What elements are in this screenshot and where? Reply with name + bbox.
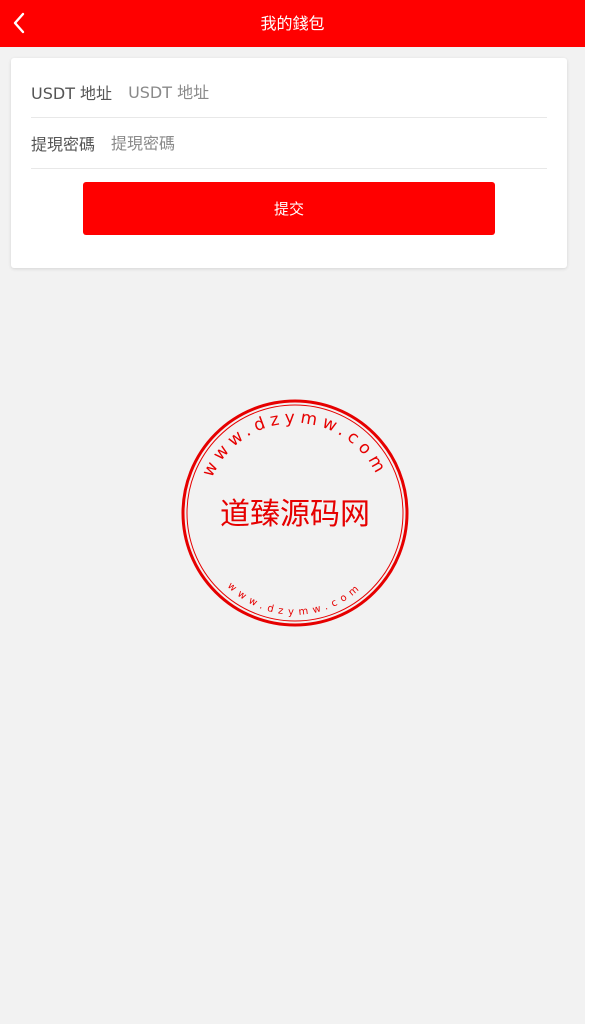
wallet-form-card: USDT 地址 提現密碼 提交: [11, 58, 567, 268]
header-bar: 我的錢包: [0, 0, 585, 47]
watermark-url-top: www.dzymw.com: [198, 408, 391, 481]
watermark-stamp: www.dzymw.com 道臻源码网 www.dzymw.com: [181, 399, 409, 627]
password-row: 提現密碼: [31, 118, 547, 169]
address-input[interactable]: [128, 82, 547, 102]
watermark-name: 道臻源码网: [220, 497, 370, 532]
password-input[interactable]: [111, 133, 547, 153]
right-edge-strip: [585, 0, 589, 1024]
page-title: 我的錢包: [260, 14, 325, 33]
address-row: USDT 地址: [31, 67, 547, 118]
address-label: USDT 地址: [31, 84, 113, 103]
submit-button[interactable]: 提交: [83, 182, 495, 235]
password-label: 提現密碼: [31, 135, 96, 154]
